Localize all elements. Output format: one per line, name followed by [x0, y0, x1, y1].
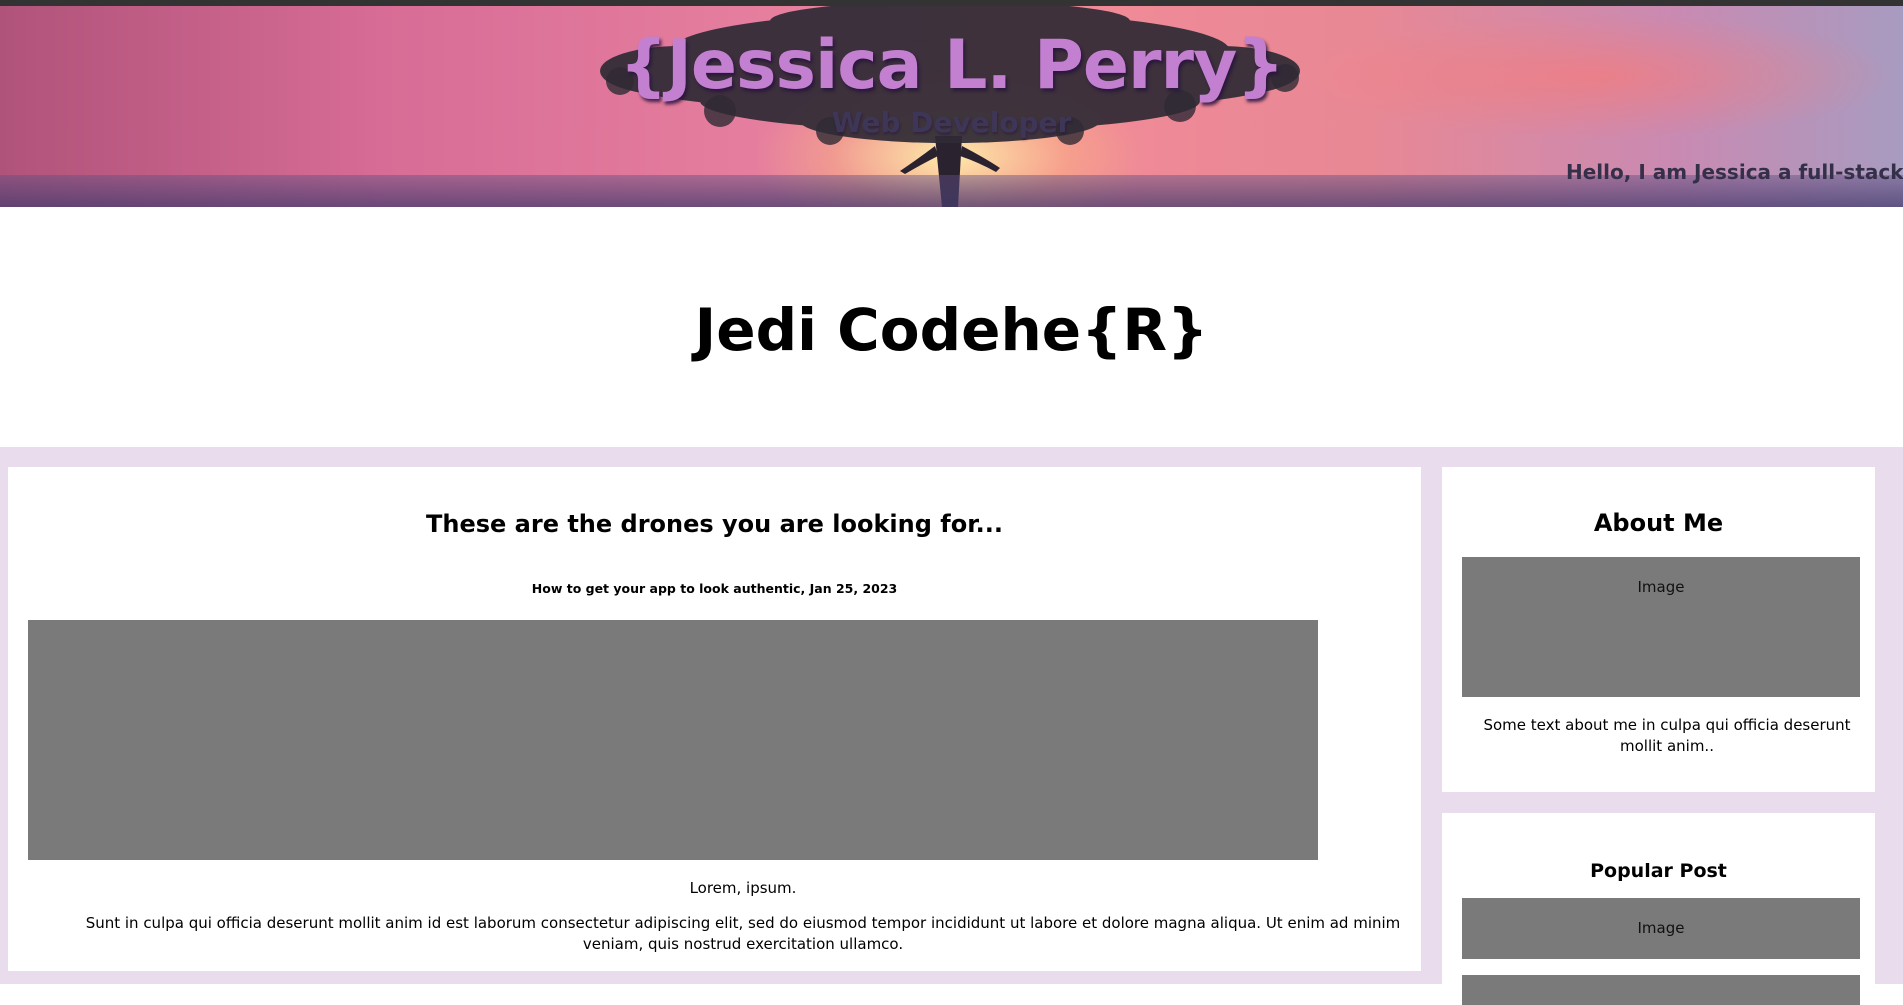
- post-body: Sunt in culpa qui officia deserunt molli…: [85, 914, 1401, 953]
- brand-name: {Jessica L. Perry}: [619, 26, 1285, 105]
- about-image-placeholder: Image: [1462, 557, 1860, 697]
- popular-post-card: Popular Post Image: [1442, 813, 1875, 1005]
- about-heading: About Me: [1593, 509, 1724, 537]
- about-text: Some text about me in culpa qui officia …: [1483, 716, 1851, 755]
- post-caption: Lorem, ipsum.: [689, 879, 797, 897]
- post-image-placeholder: [28, 620, 1318, 860]
- popular-image-placeholder-2[interactable]: [1462, 975, 1860, 1005]
- popular-image-placeholder[interactable]: Image: [1462, 898, 1860, 959]
- brand-role: Web Developer: [831, 106, 1072, 139]
- about-me-card: About Me Image Some text about me in cul…: [1442, 467, 1875, 792]
- content-area: These are the drones you are looking for…: [0, 447, 1903, 1005]
- popular-heading: Popular Post: [1590, 860, 1727, 882]
- about-image-label: Image: [1637, 578, 1685, 596]
- header-banner: {Jessica L. Perry} Web Developer Hello, …: [0, 6, 1903, 207]
- popular-image-label: Image: [1637, 919, 1685, 937]
- post-title: These are the drones you are looking for…: [426, 510, 1003, 538]
- post-meta: How to get your app to look authentic, J…: [531, 581, 898, 596]
- intro-marquee: Hello, I am Jessica a full-stack M: [1566, 160, 1903, 184]
- site-title: Jedi Codehe{R}: [694, 296, 1209, 364]
- blog-post-card: These are the drones you are looking for…: [8, 467, 1421, 971]
